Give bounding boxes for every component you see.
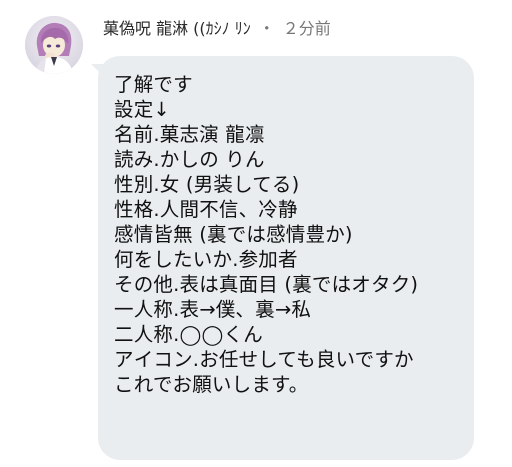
message-line: アイコン.お任せしても良いですか [114, 348, 414, 371]
message-line: 何をしたいか.参加者 [114, 248, 298, 271]
user-avatar[interactable] [25, 16, 83, 74]
message-line: 感情皆無 (裏では感情豊か) [114, 223, 353, 246]
message-line: 二人称.◯◯くん [114, 323, 263, 346]
message-line: 性格.人間不信、冷静 [114, 198, 298, 221]
message-line: 読み.かしの りん [114, 148, 265, 171]
message-line: 性別.女 (男装してる) [114, 173, 300, 196]
message-line: 一人称.表→僕、裏→私 [114, 298, 312, 321]
message-line: 名前.菓志演 龍凛 [114, 123, 265, 146]
meta-separator: ・ [258, 19, 275, 38]
chat-message: 菓偽呪 龍淋 ((ｶｼﾉ ﾘﾝ ・ ２分前 了解です 設定↓ 名前.菓志演 龍凛… [0, 0, 512, 467]
message-line: その他.表は真面目 (裏ではオタク) [114, 273, 419, 296]
message-header: 菓偽呪 龍淋 ((ｶｼﾉ ﾘﾝ ・ ２分前 [103, 17, 331, 41]
message-bubble[interactable]: 了解です 設定↓ 名前.菓志演 龍凛 読み.かしの りん 性別.女 (男装してる… [98, 56, 474, 460]
avatar-portrait-icon [25, 16, 83, 74]
timestamp: ２分前 [282, 19, 331, 38]
message-line: これでお願いします。 [114, 373, 309, 396]
message-line: 了解です [114, 73, 193, 96]
user-name[interactable]: 菓偽呪 龍淋 ((ｶｼﾉ ﾘﾝ [103, 19, 251, 39]
message-line: 設定↓ [114, 98, 170, 121]
